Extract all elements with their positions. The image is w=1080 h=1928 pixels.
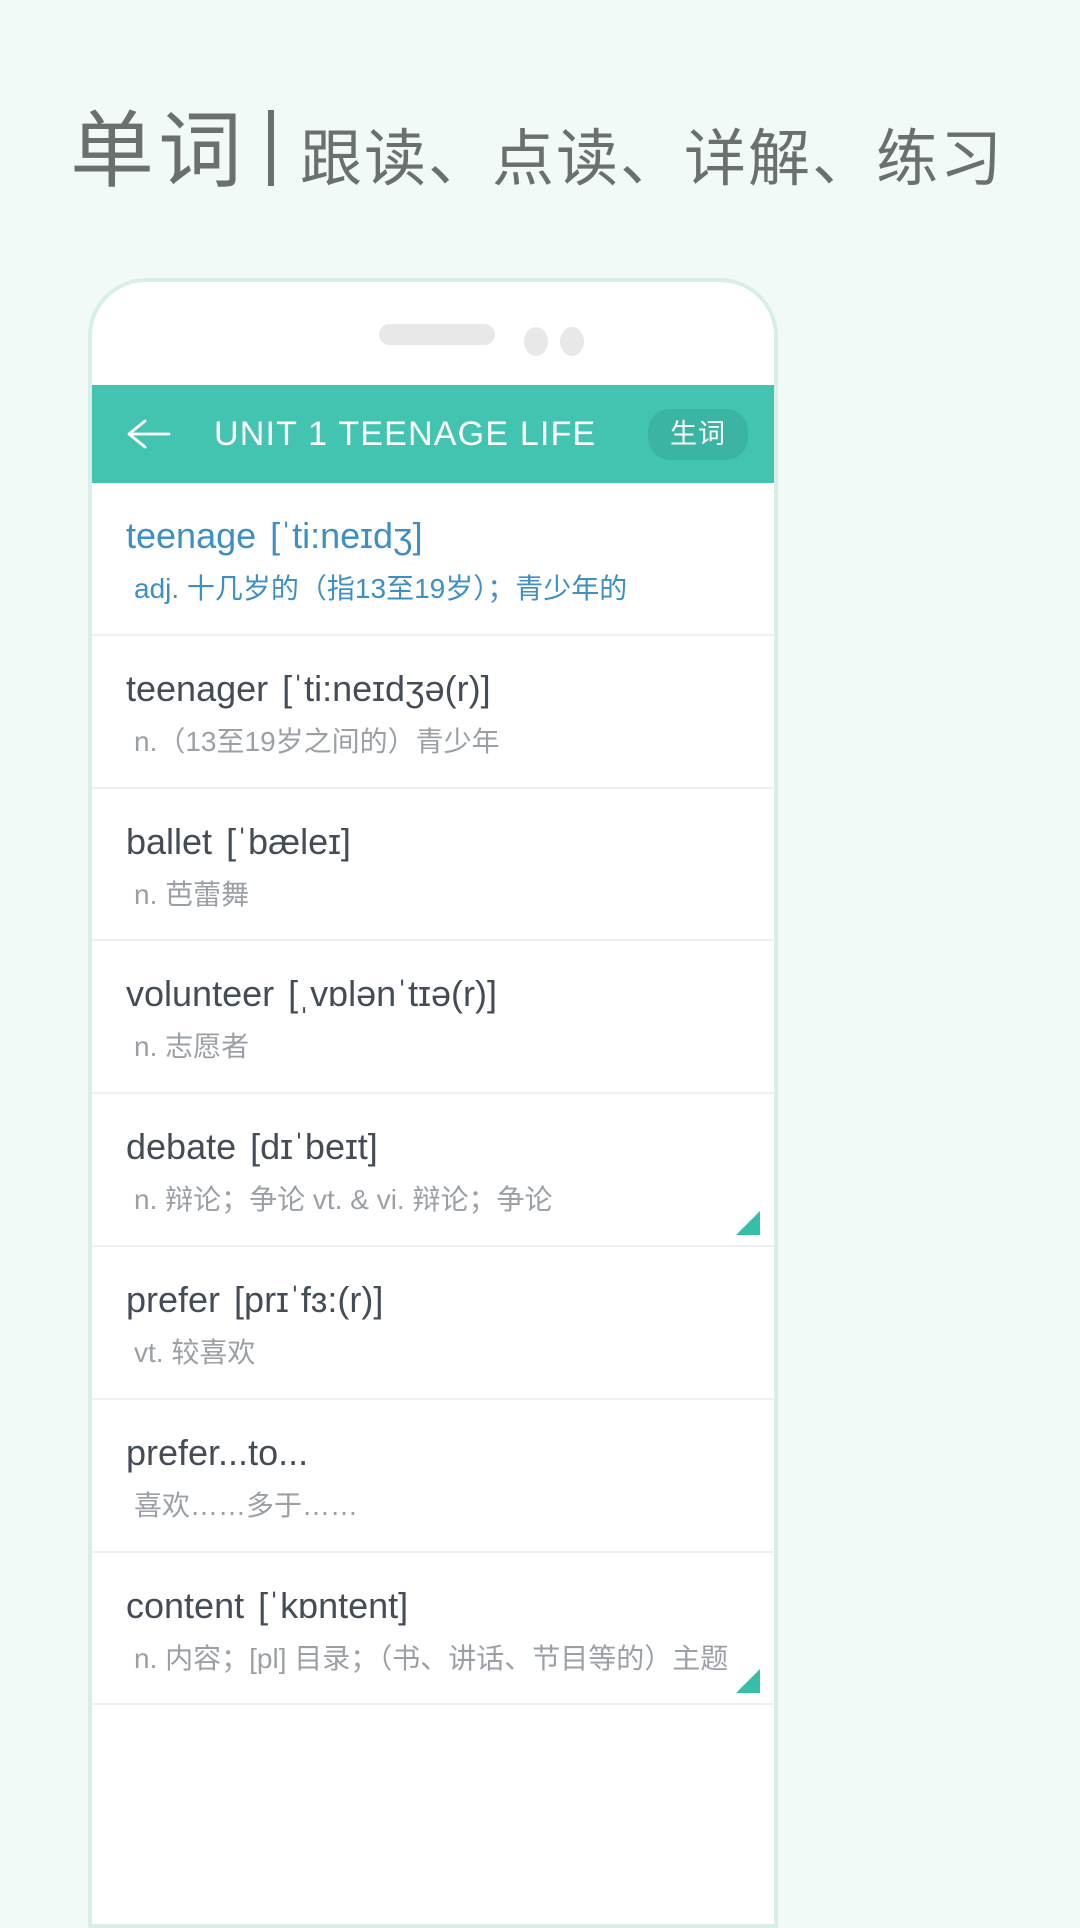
- word-list-item[interactable]: content [ˈkɒntent] n. 内容；[pl] 目录；（书、讲话、节目…: [92, 1553, 774, 1706]
- word-definition: 喜欢……多于……: [134, 1489, 359, 1521]
- page-title: 单词 跟读、点读、详解、练习: [70, 104, 1004, 193]
- word-definition: vt. 较喜欢: [134, 1336, 256, 1368]
- word-phonetic: [dɪˈbeɪt]: [250, 1126, 378, 1168]
- word-list-item[interactable]: teenage [ˈti:neɪdʒ] adj. 十几岁的（指13至19岁）；青少…: [92, 483, 774, 636]
- word-headline: teenage [ˈti:neɪdʒ]: [126, 513, 740, 558]
- app-bar: UNIT 1 TEENAGE LIFE 生词: [92, 385, 774, 483]
- word-phonetic: [ˈti:neɪdʒ]: [270, 515, 423, 556]
- word-headline: debate [dɪˈbeɪt]: [126, 1124, 740, 1169]
- speaker-bar: [379, 324, 495, 345]
- new-words-badge[interactable]: 生词: [648, 408, 748, 460]
- word-definition: n. 内容；[pl] 目录；（书、讲话、节目等的）主题: [134, 1642, 729, 1674]
- word-term: debate: [126, 1126, 237, 1168]
- app-bar-title: UNIT 1 TEENAGE LIFE: [214, 414, 597, 453]
- word-definition: n.（13至19岁之间的）青少年: [134, 725, 500, 757]
- page-title-main: 单词: [70, 104, 247, 198]
- word-list-item[interactable]: ballet [ˈbæleɪ] n. 芭蕾舞: [92, 789, 774, 942]
- word-phonetic: [ˌvɒlənˈtɪə(r)]: [288, 973, 497, 1015]
- word-list-item[interactable]: prefer [prɪˈfɜ:(r)] vt. 较喜欢: [92, 1247, 774, 1400]
- word-list-item[interactable]: teenager [ˈti:neɪdʒə(r)] n.（13至19岁之间的）青少年: [92, 636, 774, 789]
- word-term: teenager: [126, 667, 269, 709]
- word-definition: n. 志愿者: [134, 1031, 250, 1063]
- word-phonetic: [prɪˈfɜ:(r)]: [234, 1278, 384, 1320]
- word-phonetic: [ˈbæleɪ]: [226, 820, 351, 862]
- word-list-item[interactable]: prefer...to... 喜欢……多于……: [92, 1400, 774, 1553]
- camera-dot-icon: [524, 327, 548, 356]
- title-divider: [268, 110, 275, 186]
- word-term: volunteer: [126, 973, 275, 1015]
- word-list-item[interactable]: debate [dɪˈbeɪt] n. 辩论；争论 vt. & vi. 辩论；争论: [92, 1094, 774, 1247]
- word-term: prefer...to...: [126, 1431, 309, 1473]
- word-phonetic: [ˈti:neɪdʒə(r)]: [282, 667, 491, 709]
- corner-flag-icon: [736, 1210, 760, 1235]
- word-headline: prefer [prɪˈfɜ:(r)]: [126, 1277, 740, 1322]
- phone-notch: [92, 282, 774, 385]
- word-term: teenage: [126, 515, 257, 556]
- word-headline: content [ˈkɒntent]: [126, 1583, 740, 1628]
- back-arrow-icon[interactable]: [124, 410, 172, 458]
- word-headline: volunteer [ˌvɒlənˈtɪə(r)]: [126, 971, 740, 1016]
- phone-mockup: UNIT 1 TEENAGE LIFE 生词 teenage [ˈti:neɪdʒ…: [88, 278, 778, 1928]
- word-list-item[interactable]: volunteer [ˌvɒlənˈtɪə(r)] n. 志愿者: [92, 941, 774, 1095]
- word-definition: adj. 十几岁的（指13至19岁）；青少年的: [134, 573, 628, 604]
- sensor-dot-icon: [560, 327, 584, 356]
- word-phonetic: [ˈkɒntent]: [258, 1584, 409, 1626]
- word-term: prefer: [126, 1278, 221, 1320]
- word-list: teenage [ˈti:neɪdʒ] adj. 十几岁的（指13至19岁）；青少…: [92, 483, 774, 1706]
- word-definition: n. 辩论；争论 vt. & vi. 辩论；争论: [134, 1184, 553, 1216]
- word-headline: teenager [ˈti:neɪdʒə(r)]: [126, 666, 740, 711]
- word-term: content: [126, 1584, 245, 1626]
- word-term: ballet: [126, 820, 213, 862]
- word-headline: prefer...to...: [126, 1430, 740, 1475]
- page-title-sub: 跟读、点读、详解、练习: [300, 125, 1005, 194]
- word-headline: ballet [ˈbæleɪ]: [126, 819, 740, 864]
- corner-flag-icon: [736, 1669, 760, 1694]
- word-definition: n. 芭蕾舞: [134, 878, 250, 910]
